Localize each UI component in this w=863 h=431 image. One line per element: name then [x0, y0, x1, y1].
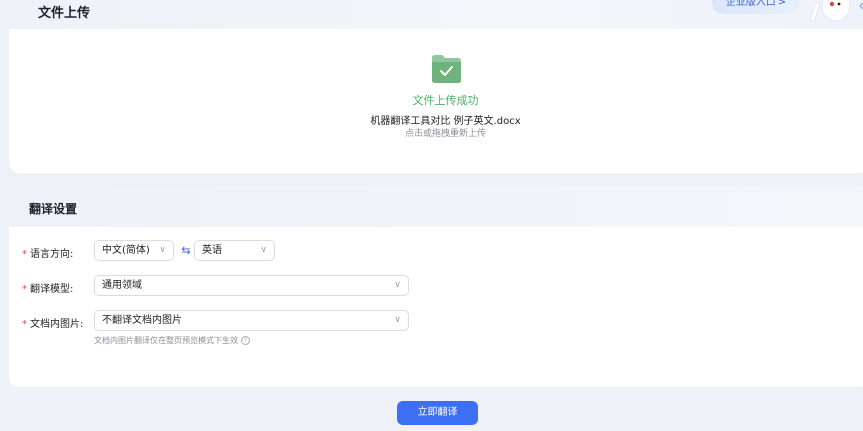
target-language-value: 英语	[202, 245, 222, 256]
image-option-note-text: 文档内图片翻译仅在整页预览模式下生效	[94, 336, 238, 345]
required-mark: *	[22, 249, 27, 260]
swap-icon[interactable]: ⇆	[179, 244, 193, 258]
upload-card[interactable]: 文件上传 企业版入口 > 文件上传成功 机器翻译工具对比 例子英文.docx 点击…	[9, 0, 863, 173]
model-label: * 翻译模型:	[22, 280, 73, 295]
model-label-text: 翻译模型:	[30, 284, 74, 295]
file-check-icon	[432, 55, 461, 83]
source-language-value: 中文(简体)	[102, 245, 150, 256]
enterprise-entry-button[interactable]: 企业版入口 >	[712, 0, 800, 14]
reupload-hint[interactable]: 点击或拖拽重新上传	[9, 126, 863, 139]
image-option-value: 不翻译文档内图片	[102, 315, 182, 326]
language-direction-label: * 语言方向:	[22, 245, 73, 260]
language-direction-text: 语言方向:	[30, 249, 74, 260]
target-language-select[interactable]: 英语 ∨	[194, 240, 275, 261]
mascot-illustration	[809, 0, 863, 22]
image-option-label-text: 文档内图片:	[30, 319, 84, 330]
settings-card: 翻译设置 * 语言方向: 中文(简体) ∨ ⇆ 英语 ∨ * 翻译模型: 通用领域 …	[9, 187, 863, 387]
source-language-select[interactable]: 中文(简体) ∨	[94, 240, 174, 261]
image-option-select[interactable]: 不翻译文档内图片 ∨	[94, 310, 409, 331]
help-icon[interactable]: ?	[241, 336, 250, 345]
enterprise-entry-label: 企业版入口	[725, 0, 776, 8]
page: 文件上传 企业版入口 > 文件上传成功 机器翻译工具对比 例子英文.docx 点击…	[0, 0, 863, 431]
chevron-down-icon: ∨	[394, 315, 401, 325]
model-select[interactable]: 通用领域 ∨	[94, 275, 409, 296]
chevron-down-icon: ∨	[159, 245, 166, 255]
chevron-down-icon: ∨	[260, 245, 267, 255]
model-value: 通用领域	[102, 280, 142, 291]
settings-card-header	[9, 187, 863, 227]
image-option-label: * 文档内图片:	[22, 315, 83, 330]
upload-success-text: 文件上传成功	[412, 94, 479, 107]
required-mark: *	[22, 284, 27, 295]
upload-section-title: 文件上传	[38, 6, 91, 21]
required-mark: *	[22, 319, 27, 330]
chevron-right-icon: >	[777, 0, 787, 8]
image-option-note: 文档内图片翻译仅在整页预览模式下生效?	[94, 335, 250, 346]
translate-now-button[interactable]: 立即翻译	[397, 401, 478, 425]
uploaded-filename: 机器翻译工具对比 例子英文.docx	[370, 116, 521, 127]
chevron-down-icon: ∨	[394, 280, 401, 290]
settings-section-title: 翻译设置	[29, 202, 78, 216]
